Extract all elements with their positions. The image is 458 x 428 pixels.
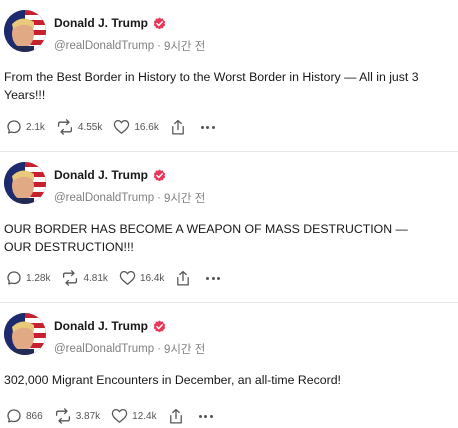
repost-button[interactable]: 4.81k: [61, 270, 108, 286]
author-handle[interactable]: @realDonaldTrump: [54, 40, 154, 52]
like-button[interactable]: 16.4k: [119, 270, 164, 286]
verified-badge-icon: [153, 320, 166, 333]
post-time[interactable]: 9시간 전: [164, 38, 205, 54]
handle-row: @realDonaldTrump · 9시간 전: [54, 190, 205, 206]
avatar[interactable]: [4, 162, 46, 204]
like-count: 12.4k: [132, 410, 157, 422]
reply-bubble-icon: [6, 270, 22, 286]
reply-button[interactable]: 866: [6, 408, 43, 424]
reply-button[interactable]: 1.28k: [6, 270, 50, 286]
action-bar: 866 3.87k 12.4k: [6, 406, 215, 426]
author-row: Donald J. Trump: [54, 168, 166, 182]
author-handle[interactable]: @realDonaldTrump: [54, 343, 154, 355]
share-upload-icon: [168, 408, 184, 425]
post-header: Donald J. Trump @realDonaldTrump · 9시간 전: [0, 10, 458, 56]
heart-icon: [113, 119, 130, 135]
action-bar: 2.1k 4.55k 16.6k: [6, 117, 217, 137]
reply-bubble-icon: [6, 408, 22, 424]
repost-count: 4.81k: [83, 272, 108, 284]
repost-button[interactable]: 4.55k: [56, 119, 102, 135]
like-count: 16.6k: [134, 121, 159, 133]
verified-badge-icon: [153, 169, 166, 182]
separator: ·: [157, 192, 161, 204]
avatar[interactable]: [4, 313, 46, 355]
separator: ·: [157, 343, 161, 355]
post[interactable]: Donald J. Trump @realDonaldTrump · 9시간 전…: [0, 0, 458, 152]
author-row: Donald J. Trump: [54, 319, 166, 333]
author-name[interactable]: Donald J. Trump: [54, 16, 148, 30]
separator: ·: [157, 40, 161, 52]
author-row: Donald J. Trump: [54, 16, 166, 30]
repost-count: 4.55k: [77, 121, 103, 133]
repost-arrows-icon: [61, 270, 79, 286]
repost-count: 3.87k: [75, 410, 101, 422]
reply-count: 866: [26, 410, 43, 422]
author-handle[interactable]: @realDonaldTrump: [54, 192, 154, 204]
reply-count: 2.1k: [26, 121, 45, 133]
verified-badge-icon: [153, 17, 166, 30]
avatar[interactable]: [4, 10, 46, 52]
share-upload-icon: [170, 119, 186, 136]
handle-row: @realDonaldTrump · 9시간 전: [54, 341, 205, 357]
action-bar: 1.28k 4.81k 16.4k: [6, 268, 223, 288]
reply-bubble-icon: [6, 119, 22, 135]
repost-arrows-icon: [54, 408, 72, 424]
post-time[interactable]: 9시간 전: [164, 190, 205, 206]
more-dots-icon[interactable]: [198, 414, 216, 418]
post-header: Donald J. Trump @realDonaldTrump · 9시간 전: [0, 313, 458, 359]
more-dots-icon[interactable]: [200, 125, 218, 129]
heart-icon: [119, 270, 136, 286]
like-button[interactable]: 12.4k: [111, 408, 157, 424]
like-button[interactable]: 16.6k: [113, 119, 159, 135]
post-text: OUR BORDER HAS BECOME A WEAPON OF MASS D…: [4, 222, 408, 254]
post-feed: Donald J. Trump @realDonaldTrump · 9시간 전…: [0, 0, 458, 428]
post-text: From the Best Border in History to the W…: [4, 70, 419, 102]
heart-icon: [111, 408, 128, 424]
post-header: Donald J. Trump @realDonaldTrump · 9시간 전: [0, 162, 458, 208]
more-dots-icon[interactable]: [206, 276, 223, 280]
post-text: 302,000 Migrant Encounters in December, …: [4, 373, 341, 387]
handle-row: @realDonaldTrump · 9시간 전: [54, 38, 205, 54]
share-button[interactable]: [168, 408, 184, 425]
post-time[interactable]: 9시간 전: [164, 341, 205, 357]
author-name[interactable]: Donald J. Trump: [54, 319, 148, 333]
reply-count: 1.28k: [26, 272, 51, 284]
author-name[interactable]: Donald J. Trump: [54, 168, 148, 182]
reply-button[interactable]: 2.1k: [6, 119, 45, 135]
repost-arrows-icon: [56, 119, 74, 135]
post[interactable]: Donald J. Trump @realDonaldTrump · 9시간 전…: [0, 303, 458, 428]
share-button[interactable]: [170, 119, 186, 136]
repost-button[interactable]: 3.87k: [54, 408, 100, 424]
post[interactable]: Donald J. Trump @realDonaldTrump · 9시간 전…: [0, 152, 458, 303]
share-upload-icon: [175, 270, 191, 287]
like-count: 16.4k: [139, 272, 165, 284]
share-button[interactable]: [175, 270, 191, 287]
